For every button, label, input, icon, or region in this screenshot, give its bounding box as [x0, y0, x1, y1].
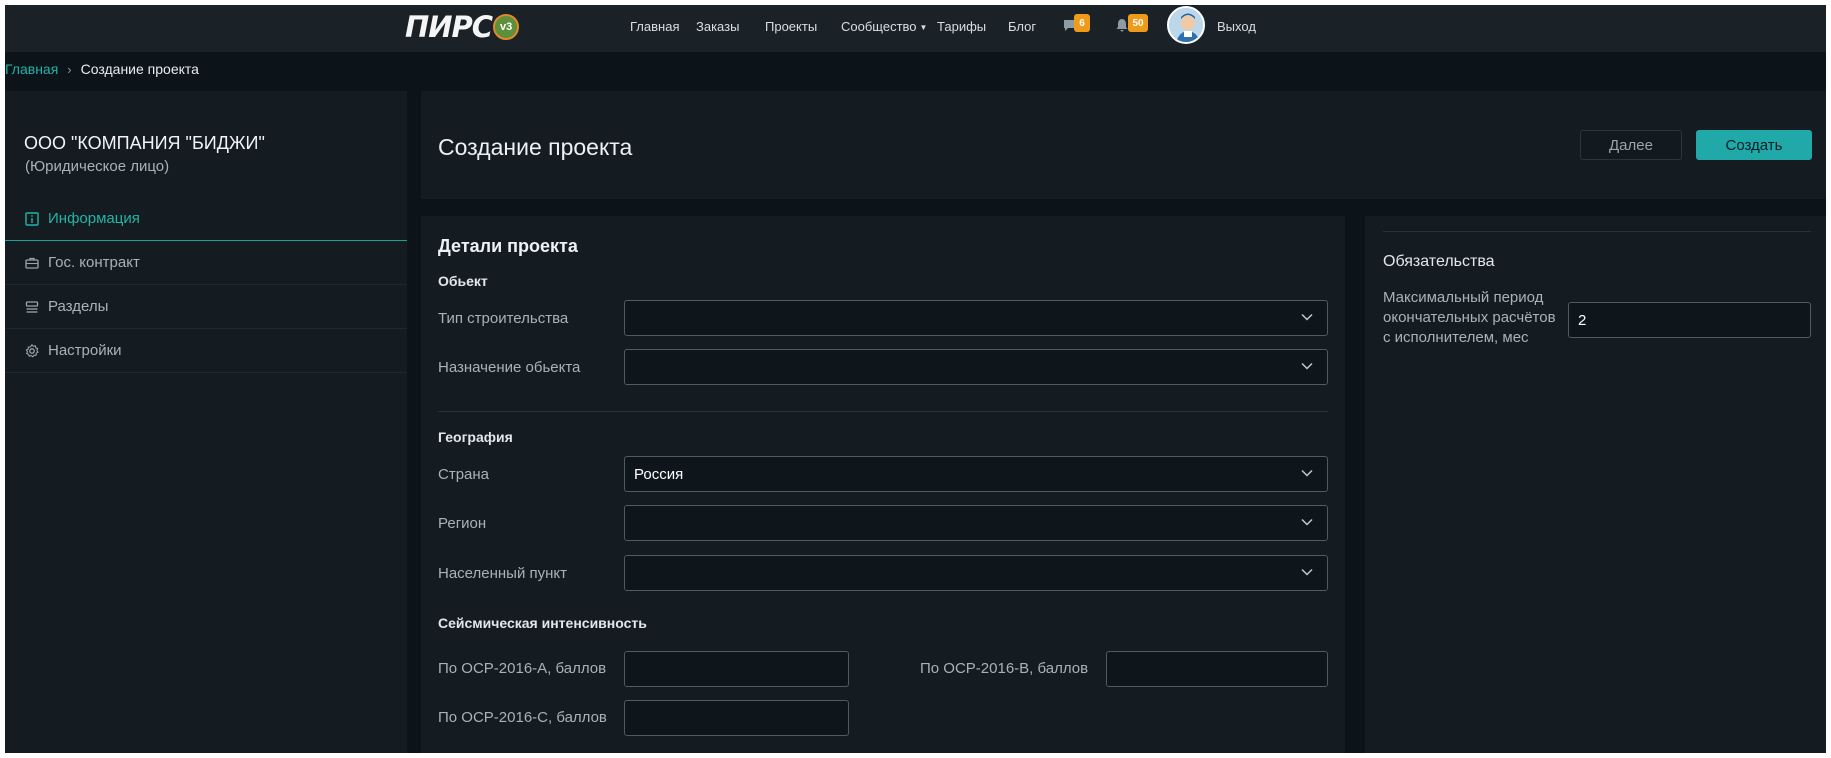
- nav-link-community[interactable]: Сообщество ▼: [841, 19, 927, 34]
- version-badge: v3: [493, 14, 520, 40]
- locality-label: Населенный пункт: [438, 565, 568, 582]
- chevron-down-icon: [1301, 568, 1313, 576]
- sidebar-item-sections[interactable]: Разделы: [5, 285, 407, 329]
- chevron-down-icon: [1301, 469, 1313, 477]
- obligations-panel: Обязательства Максимальный период оконча…: [1365, 216, 1826, 753]
- seismic-b-label: По ОСР-2016-В, баллов: [920, 660, 1089, 677]
- gear-icon: [25, 343, 39, 358]
- sidebar-item-settings[interactable]: Настройки: [5, 329, 407, 373]
- obligations-title: Обязательства: [1383, 253, 1495, 270]
- settlement-period-input[interactable]: 2: [1568, 302, 1811, 338]
- user-avatar-icon: [1169, 8, 1203, 42]
- seismic-a-input[interactable]: [624, 651, 849, 687]
- messages-count-badge: 6: [1074, 14, 1090, 32]
- top-navbar: ПИРС v3 Главная Заказы Проекты Сообществ…: [5, 5, 1826, 52]
- region-select[interactable]: [624, 505, 1328, 541]
- logout-link[interactable]: Выход: [1217, 19, 1256, 34]
- breadcrumb-home-link[interactable]: Главная: [5, 61, 58, 77]
- info-icon: [25, 211, 39, 226]
- nav-link-tariffs[interactable]: Тарифы: [937, 19, 986, 34]
- project-details-panel: Детали проекта Обьект Тип строительства …: [421, 216, 1345, 753]
- chevron-down-icon: [1301, 362, 1313, 370]
- object-section-title: Обьект: [438, 273, 488, 289]
- next-button[interactable]: Далее: [1580, 130, 1682, 160]
- nav-link-community-label: Сообщество: [841, 19, 917, 34]
- page-header: Создание проекта Далее Создать: [421, 91, 1826, 199]
- company-name: ООО "КОМПАНИЯ "БИДЖИ": [24, 133, 265, 153]
- company-type: (Юридическое лицо): [25, 158, 170, 175]
- chevron-down-icon: [1301, 313, 1313, 321]
- project-details-title: Детали проекта: [438, 236, 578, 256]
- sidebar: ООО "КОМПАНИЯ "БИДЖИ" (Юридическое лицо)…: [5, 91, 407, 753]
- notifications-count-badge: 50: [1128, 14, 1148, 32]
- chevron-down-icon: [1301, 518, 1313, 526]
- chevron-down-icon: ▼: [919, 23, 928, 32]
- seismic-c-label: По ОСР-2016-С, баллов: [438, 709, 607, 726]
- country-value: Россия: [634, 465, 684, 483]
- create-button[interactable]: Создать: [1696, 130, 1812, 160]
- country-select[interactable]: Россия: [624, 456, 1328, 492]
- breadcrumb-current: Создание проекта: [80, 61, 199, 77]
- sidebar-item-label: Разделы: [48, 298, 109, 315]
- app-window: ПИРС v3 Главная Заказы Проекты Сообществ…: [5, 5, 1826, 753]
- nav-link-home[interactable]: Главная: [630, 19, 679, 34]
- bell-icon[interactable]: [1115, 18, 1129, 32]
- locality-select[interactable]: [624, 555, 1328, 591]
- breadcrumb: Главная › Создание проекта: [5, 61, 199, 77]
- sidebar-item-label: Настройки: [48, 342, 122, 359]
- nav-link-blog[interactable]: Блог: [1008, 19, 1036, 34]
- sections-icon: [25, 300, 39, 313]
- seismic-b-input[interactable]: [1106, 651, 1328, 687]
- sidebar-item-label: Информация: [48, 210, 140, 227]
- logo-text: ПИРС: [405, 10, 493, 44]
- object-purpose-label: Назначение обьекта: [438, 359, 581, 376]
- sidebar-item-information[interactable]: Информация: [5, 197, 407, 241]
- page-title: Создание проекта: [438, 134, 633, 160]
- breadcrumb-separator: ›: [67, 61, 72, 77]
- sidebar-item-label: Гос. контракт: [48, 254, 140, 271]
- briefcase-icon: [25, 257, 39, 269]
- country-label: Страна: [438, 466, 490, 483]
- geography-section-title: География: [438, 429, 513, 445]
- logo[interactable]: ПИРС v3: [405, 10, 520, 44]
- object-purpose-select[interactable]: [624, 349, 1328, 385]
- section-divider: [438, 411, 1328, 412]
- region-label: Регион: [438, 515, 487, 532]
- settlement-period-label: Максимальный период окончательных расчёт…: [1383, 289, 1556, 346]
- seismic-section-title: Сейсмическая интенсивность: [438, 615, 647, 631]
- sidebar-item-gov-contract[interactable]: Гос. контракт: [5, 241, 407, 285]
- nav-link-orders[interactable]: Заказы: [696, 19, 739, 34]
- construction-type-label: Тип строительства: [438, 310, 569, 327]
- nav-link-projects[interactable]: Проекты: [765, 19, 817, 34]
- panel-divider: [1383, 231, 1811, 232]
- seismic-c-input[interactable]: [624, 700, 849, 736]
- avatar[interactable]: [1167, 6, 1205, 44]
- seismic-a-label: По ОСР-2016-А, баллов: [438, 660, 607, 677]
- construction-type-select[interactable]: [624, 300, 1328, 336]
- settlement-period-value: 2: [1578, 311, 1587, 329]
